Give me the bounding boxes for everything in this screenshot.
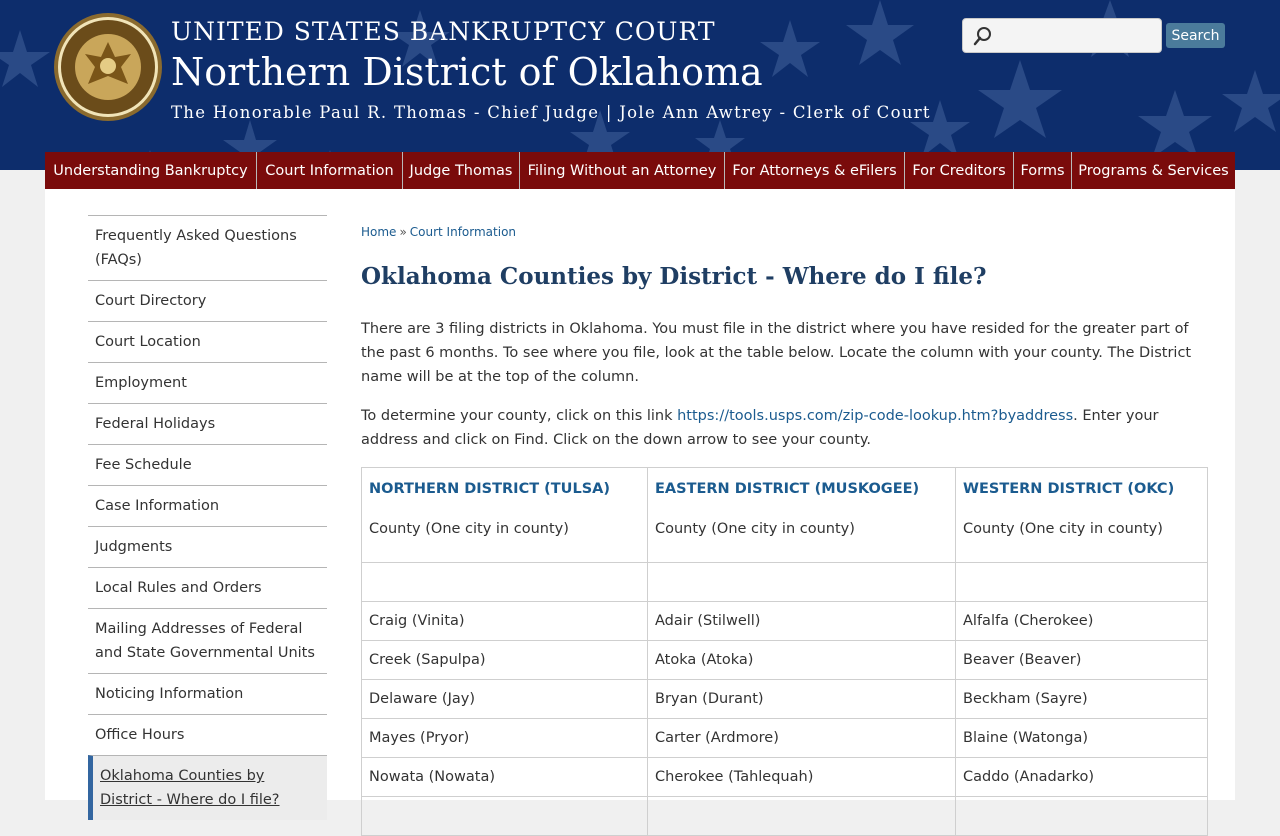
nav-item-court-information[interactable]: Court Information [257,152,403,189]
sidebar-item-label: Frequently Asked Questions (FAQs) [95,228,297,268]
sidebar-item-office-hours[interactable]: Office Hours [88,714,327,755]
table-cell: Caddo (Anadarko) [955,757,1208,797]
search-icon [973,27,991,46]
table-cell [955,562,1208,602]
district-heading-northern: NORTHERN DISTRICT (TULSA) [369,481,610,497]
nav-item-forms[interactable]: Forms [1014,152,1072,189]
table-cell: Carter (Ardmore) [647,718,956,758]
table-row: Craig (Vinita) Adair (Stilwell) Alfalfa (C… [361,601,1208,641]
breadcrumb-current-link[interactable]: Court Information [410,225,516,239]
column-subheading: County (One city in county) [655,521,855,537]
site-header: UNITED STATES BANKRUPTCY COURT Northern … [0,0,1280,170]
sidebar-item-label: Court Directory [95,293,207,309]
nav-item-attorneys-efilers[interactable]: For Attorneys & eFilers [725,152,905,189]
table-header-cell: NORTHERN DISTRICT (TULSA) County (One cit… [361,467,648,563]
table-cell: Nowata (Nowata) [361,757,648,797]
table-cell [361,562,648,602]
table-row [361,796,1208,836]
nav-item-judge-thomas[interactable]: Judge Thomas [403,152,520,189]
sidebar-item-label: Judgments [95,539,173,555]
district-heading-eastern: EASTERN DISTRICT (MUSKOGEE) [655,481,920,497]
sidebar-item-label: Fee Schedule [95,457,192,473]
district-name[interactable]: Northern District of Oklahoma [171,50,763,94]
sidebar-item-label: Local Rules and Orders [95,580,262,596]
table-cell: Craig (Vinita) [361,601,648,641]
lookup-paragraph: To determine your county, click on this … [361,404,1211,452]
sidebar-item-label: Court Location [95,334,201,350]
court-officials: The Honorable Paul R. Thomas - Chief Jud… [171,103,931,122]
column-subheading: County (One city in county) [369,521,569,537]
nav-item-for-creditors[interactable]: For Creditors [905,152,1014,189]
table-header-cell: WESTERN DISTRICT (OKC) County (One city i… [955,467,1208,563]
sidebar-item-court-directory[interactable]: Court Directory [88,280,327,321]
court-seal-icon [54,13,162,121]
sidebar-item-mailing-addresses[interactable]: Mailing Addresses of Federal and State G… [88,608,327,673]
table-cell: Delaware (Jay) [361,679,648,719]
breadcrumb-separator: » [399,225,407,239]
sidebar-item-noticing-information[interactable]: Noticing Information [88,673,327,714]
districts-table: NORTHERN DISTRICT (TULSA) County (One cit… [361,467,1208,836]
table-cell: Alfalfa (Cherokee) [955,601,1208,641]
sidebar-item-fee-schedule[interactable]: Fee Schedule [88,444,327,485]
sidebar-item-case-information[interactable]: Case Information [88,485,327,526]
sidebar-item-counties-by-district[interactable]: Oklahoma Counties by District - Where do… [88,755,327,820]
table-header-cell: EASTERN DISTRICT (MUSKOGEE) County (One c… [647,467,956,563]
table-empty-row [361,562,1208,602]
sidebar-menu: Frequently Asked Questions (FAQs) Court … [88,215,327,820]
table-row: Mayes (Pryor) Carter (Ardmore) Blaine (Wat… [361,718,1208,758]
table-cell [647,796,956,836]
sidebar-item-local-rules[interactable]: Local Rules and Orders [88,567,327,608]
sidebar-item-label: Office Hours [95,727,185,743]
table-cell: Creek (Sapulpa) [361,640,648,680]
page-title: Oklahoma Counties by District - Where do… [361,263,987,290]
court-name: UNITED STATES BANKRUPTCY COURT [171,17,716,46]
nav-item-understanding-bankruptcy[interactable]: Understanding Bankruptcy [45,152,257,189]
district-heading-western: WESTERN DISTRICT (OKC) [963,481,1175,497]
usps-lookup-link[interactable]: https://tools.usps.com/zip-code-lookup.h… [677,408,1073,424]
table-cell [647,562,956,602]
table-row: Creek (Sapulpa) Atoka (Atoka) Beaver (Beav… [361,640,1208,680]
sidebar-item-label: Federal Holidays [95,416,216,432]
table-cell: Blaine (Watonga) [955,718,1208,758]
table-cell [361,796,648,836]
lookup-prefix: To determine your county, click on this … [361,408,678,424]
sidebar-item-label: Oklahoma Counties by District - Where do… [100,768,280,808]
table-cell: Bryan (Durant) [647,679,956,719]
table-header-row: NORTHERN DISTRICT (TULSA) County (One cit… [361,467,1208,563]
sidebar-item-employment[interactable]: Employment [88,362,327,403]
sidebar-item-court-location[interactable]: Court Location [88,321,327,362]
sidebar-item-judgments[interactable]: Judgments [88,526,327,567]
table-row: Delaware (Jay) Bryan (Durant) Beckham (Say… [361,679,1208,719]
table-cell: Adair (Stilwell) [647,601,956,641]
sidebar-item-federal-holidays[interactable]: Federal Holidays [88,403,327,444]
nav-item-filing-without-attorney[interactable]: Filing Without an Attorney [520,152,725,189]
table-cell: Atoka (Atoka) [647,640,956,680]
main-nav: Understanding Bankruptcy Court Informati… [45,152,1235,189]
breadcrumb: Home» Court Information [361,225,516,239]
sidebar-item-label: Noticing Information [95,686,244,702]
table-cell: Beaver (Beaver) [955,640,1208,680]
sidebar-item-label: Mailing Addresses of Federal and State G… [95,621,315,661]
nav-item-programs-services[interactable]: Programs & Services [1072,152,1235,189]
table-cell: Beckham (Sayre) [955,679,1208,719]
table-row: Nowata (Nowata) Cherokee (Tahlequah) Caddo… [361,757,1208,797]
table-cell [955,796,1208,836]
intro-paragraph: There are 3 filing districts in Oklahoma… [361,321,1192,385]
breadcrumb-home-link[interactable]: Home [361,225,396,239]
table-cell: Cherokee (Tahlequah) [647,757,956,797]
sidebar-item-label: Employment [95,375,187,391]
column-subheading: County (One city in county) [963,521,1163,537]
search-button[interactable]: Search [1166,23,1225,48]
sidebar-item-faqs[interactable]: Frequently Asked Questions (FAQs) [88,215,327,280]
search-box [962,18,1162,53]
sidebar-item-label: Case Information [95,498,220,514]
table-cell: Mayes (Pryor) [361,718,648,758]
